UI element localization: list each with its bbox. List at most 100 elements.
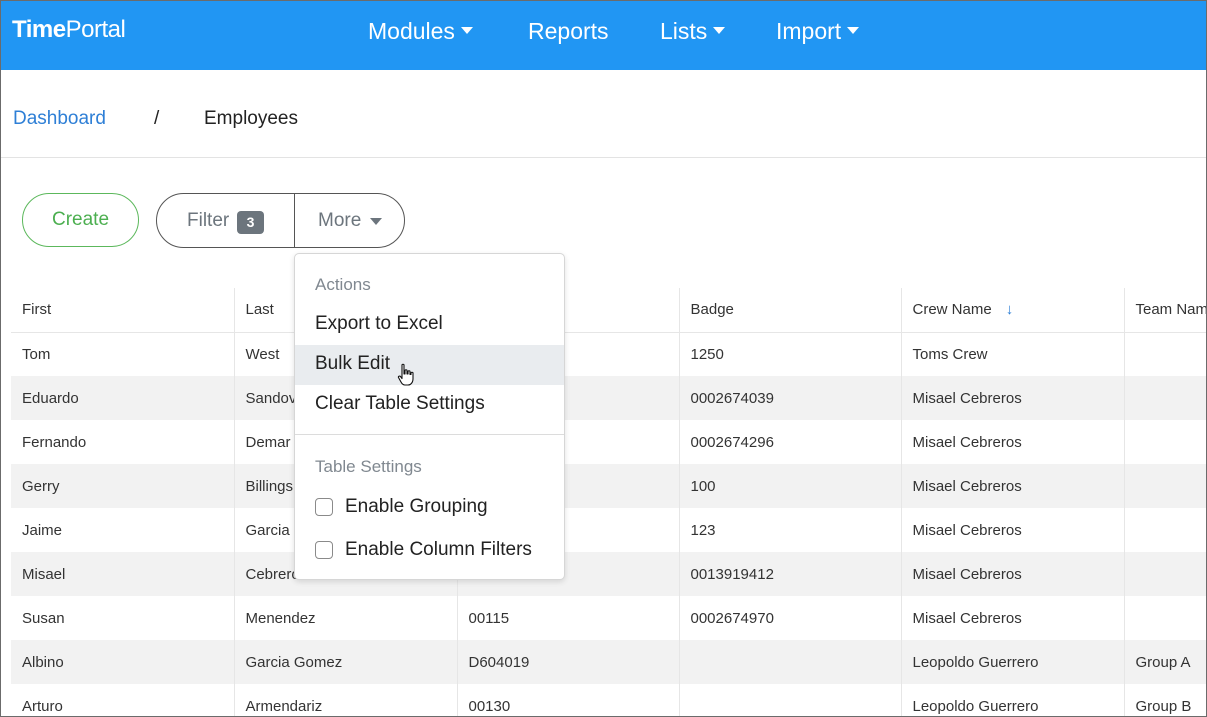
cell-crew-name: Misael Cebreros — [900, 552, 1124, 596]
table-row[interactable]: Misael Cebrero 0013919412 Misael Cebreros — [11, 552, 1206, 596]
chevron-down-icon — [847, 27, 860, 34]
cell-team-name — [1123, 420, 1206, 464]
cell-badge: 0002674039 — [678, 376, 901, 420]
caret-down-icon — [370, 218, 382, 225]
cell-first: Susan — [22, 609, 65, 627]
more-button-label: More — [318, 210, 362, 231]
cell-first: Misael — [11, 552, 234, 596]
cell-last: Garcia Gomez — [233, 640, 457, 684]
table-row[interactable]: Eduardo Sandov 0002674039 Misael Cebreros — [11, 376, 1206, 420]
table-row[interactable]: Tom West 1250 Toms Crew — [11, 332, 1206, 376]
enable-grouping-label[interactable]: Enable Grouping — [345, 496, 488, 518]
cell-team-name: Group A — [1123, 640, 1206, 684]
sort-descending-arrow-icon: ↓ — [1005, 301, 1014, 319]
column-header-first[interactable]: First — [11, 288, 234, 333]
cell-badge: 0002674296 — [678, 420, 901, 464]
menu-item-bulk-edit[interactable]: Bulk Edit — [295, 345, 564, 385]
filter-count-badge: 3 — [237, 211, 264, 234]
menu-item-clear-table-settings[interactable]: Clear Table Settings — [295, 385, 564, 425]
table-row[interactable]: Jaime Garcia 123 Misael Cebreros — [11, 508, 1206, 552]
cell-badge: 0013919412 — [678, 552, 901, 596]
column-header-team-name[interactable]: Team Nam — [1123, 288, 1206, 333]
app-window: TimePortal Modules Reports Lists Import … — [0, 0, 1207, 717]
create-button[interactable]: Create — [22, 193, 139, 247]
cell-crew-name: Toms Crew — [900, 332, 1124, 376]
nav-reports[interactable]: Reports — [528, 18, 609, 45]
table-row[interactable]: Fernando Demar 0002674296 Misael Cebreros — [11, 420, 1206, 464]
breadcrumb-dashboard-link[interactable]: Dashboard — [13, 108, 106, 130]
nav-import[interactable]: Import — [776, 18, 860, 45]
table-row[interactable]: Gerry Billings 100 Misael Cebreros — [11, 464, 1206, 508]
column-header-crew-name[interactable]: Crew Name ↓ — [900, 288, 1124, 333]
enable-column-filters-checkbox[interactable] — [315, 541, 333, 559]
cell-badge: 1250 — [678, 332, 901, 376]
menu-item-clear-table-settings-label: Clear Table Settings — [315, 393, 485, 414]
cell-crew-name: Leopoldo Guerrero — [900, 684, 1124, 716]
cell-badge: 123 — [678, 508, 901, 552]
cell-first: Gerry — [11, 464, 234, 508]
column-header-badge[interactable]: Badge — [678, 288, 901, 333]
enable-grouping-checkbox[interactable] — [315, 498, 333, 516]
filter-button[interactable]: Filter 3 — [157, 194, 295, 247]
enable-column-filters-label[interactable]: Enable Column Filters — [345, 539, 532, 561]
dropdown-header-table-settings: Table Settings — [315, 457, 422, 476]
cell-crew-name: Misael Cebreros — [900, 376, 1124, 420]
nav-modules[interactable]: Modules — [368, 18, 473, 45]
nav-lists[interactable]: Lists — [660, 18, 726, 45]
table-row[interactable]: Arturo Armendariz 00130 Leopoldo Guerrero Gr… — [11, 684, 1206, 716]
dropdown-divider — [295, 434, 564, 435]
breadcrumb: Dashboard / Employees — [1, 71, 1206, 158]
cell-last: Armendariz — [233, 684, 457, 716]
cell-team-name — [1123, 464, 1206, 508]
cell-crew-name: Misael Cebreros — [900, 464, 1124, 508]
brand-logo[interactable]: TimePortal — [12, 16, 126, 44]
breadcrumb-current: Employees — [204, 108, 298, 129]
cell-first: Fernando — [22, 433, 87, 451]
table-row[interactable]: Albino Garcia Gomez D604019 Leopoldo Guerre… — [11, 640, 1206, 684]
cell-id: 00130 — [456, 684, 679, 716]
menu-item-export-excel[interactable]: Export to Excel — [295, 305, 564, 345]
top-navbar: TimePortal Modules Reports Lists Import — [1, 1, 1206, 70]
chevron-down-icon — [713, 27, 726, 34]
cell-id: 00115 — [456, 596, 679, 640]
more-dropdown-menu: Actions Export to Excel Bulk Edit Clear … — [294, 253, 565, 580]
nav-modules-label: Modules — [368, 18, 455, 44]
cell-badge — [678, 640, 901, 684]
table-header-row: First Last Badge Crew Name ↓ Team Nam — [11, 288, 1206, 333]
cell-team-name — [1123, 508, 1206, 552]
cell-first: Albino — [11, 640, 234, 684]
cell-team-name: Group B — [1123, 684, 1206, 716]
filter-more-button-group: Filter 3 More — [156, 193, 405, 248]
chevron-down-icon — [460, 27, 473, 34]
cell-first: Jaime — [22, 521, 63, 539]
cell-crew-name: Misael Cebreros — [900, 596, 1124, 640]
column-header-crew-name-label: Crew Name — [912, 301, 992, 319]
nav-import-label: Import — [776, 18, 842, 44]
cell-crew-name: Leopoldo Guerrero — [900, 640, 1124, 684]
cell-last: Menendez — [233, 596, 457, 640]
cell-first: Tom — [22, 345, 51, 363]
dropdown-header-actions: Actions — [315, 275, 371, 294]
cell-crew-name: Misael Cebreros — [900, 420, 1124, 464]
menu-item-export-excel-label: Export to Excel — [315, 313, 443, 334]
breadcrumb-separator: / — [154, 108, 160, 129]
cell-team-name — [1123, 332, 1206, 376]
menu-item-bulk-edit-label: Bulk Edit — [315, 353, 390, 374]
table-row[interactable]: Susan Menendez 00115 0002674970 Misael Cebre… — [11, 596, 1206, 640]
cell-badge: 0002674970 — [678, 596, 901, 640]
employees-table: First Last Badge Crew Name ↓ Team Nam Tom… — [11, 288, 1206, 716]
cell-badge — [678, 684, 901, 716]
cell-first: Eduardo — [11, 376, 234, 420]
cell-team-name — [1123, 596, 1206, 640]
cell-team-name — [1123, 552, 1206, 596]
brand-logo-light: Portal — [65, 16, 126, 43]
cell-crew-name: Misael Cebreros — [900, 508, 1124, 552]
filter-button-label: Filter — [187, 210, 230, 231]
more-button[interactable]: More — [295, 194, 405, 247]
cell-badge: 100 — [678, 464, 901, 508]
brand-logo-bold: Time — [12, 16, 66, 43]
cell-id: D604019 — [456, 640, 679, 684]
cell-team-name — [1123, 376, 1206, 420]
nav-lists-label: Lists — [660, 18, 708, 44]
nav-reports-label: Reports — [528, 18, 609, 44]
